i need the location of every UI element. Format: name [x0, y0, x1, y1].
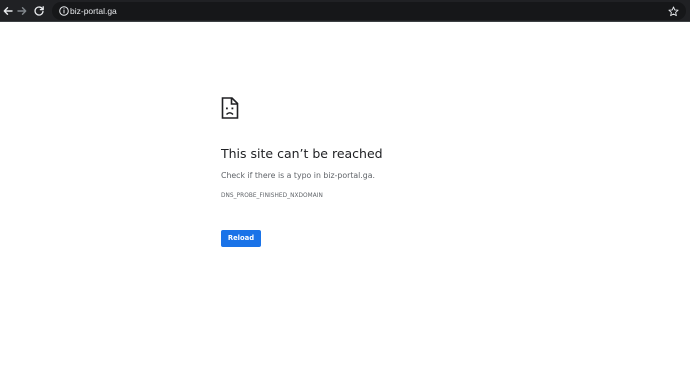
reload-icon — [34, 6, 44, 16]
reload-nav-button[interactable] — [31, 3, 47, 19]
error-title: This site can’t be reached — [221, 146, 383, 161]
star-icon — [667, 5, 679, 16]
reload-button[interactable]: Reload — [221, 230, 261, 247]
info-icon[interactable] — [58, 5, 70, 17]
browser-toolbar: biz-portal.ga — [0, 0, 690, 22]
address-bar[interactable]: biz-portal.ga — [52, 2, 686, 20]
arrow-left-icon — [3, 7, 13, 15]
arrow-right-icon — [17, 7, 27, 15]
error-code: DNS_PROBE_FINISHED_NXDOMAIN — [221, 193, 323, 199]
bookmark-button[interactable] — [666, 4, 680, 18]
forward-button[interactable] — [14, 3, 30, 19]
error-description: Check if there is a typo in biz-portal.g… — [221, 171, 376, 180]
url-text[interactable]: biz-portal.ga — [70, 5, 117, 17]
sad-document-icon — [221, 97, 239, 119]
